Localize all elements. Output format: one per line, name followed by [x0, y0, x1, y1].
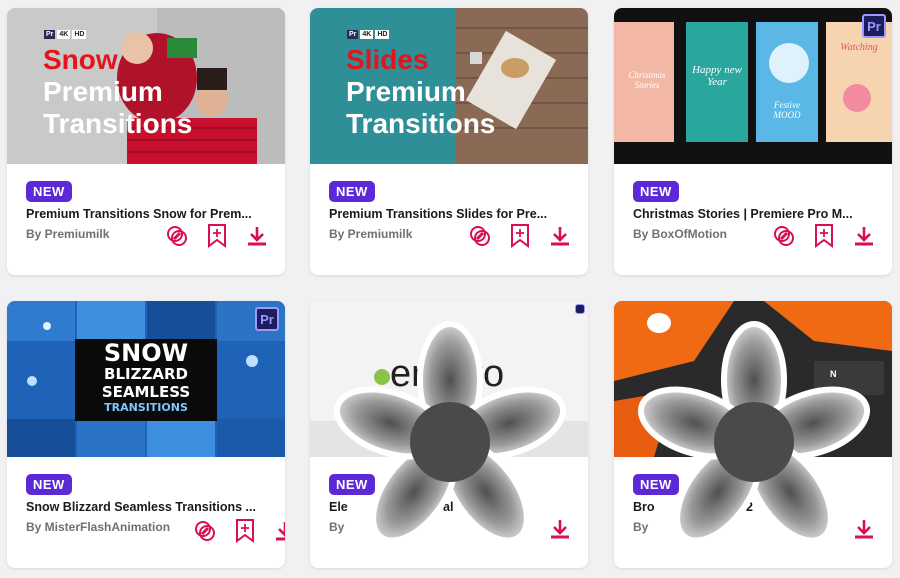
headline-line-3: Transitions — [346, 108, 496, 139]
premiere-pro-icon: Pr — [862, 14, 886, 38]
format-tags: Pr 4K HD — [347, 30, 390, 39]
new-badge: NEW — [329, 181, 375, 202]
card-body: NEW Premium Transitions Snow for Prem...… — [7, 164, 285, 275]
card-thumbnail[interactable]: envato — [310, 301, 588, 457]
card-actions — [468, 224, 572, 248]
new-badge: NEW — [329, 474, 375, 495]
new-badge: NEW — [633, 474, 679, 495]
new-badge: NEW — [26, 474, 72, 495]
card-title-tail: 2 — [746, 500, 753, 514]
card-body: NEW Snow Blizzard Seamless Transitions .… — [7, 457, 285, 568]
card-title[interactable]: Premium Transitions Snow for Prem... — [26, 207, 266, 221]
product-card[interactable]: Pr 4K HD Slides Premium Transitions NEW … — [310, 8, 588, 275]
card-actions — [772, 224, 876, 248]
4k-tag: 4K — [360, 30, 374, 39]
card-title[interactable]: Snow Blizzard Seamless Transitions ... — [26, 500, 266, 514]
card-author[interactable]: By — [633, 520, 648, 534]
card-author[interactable]: By — [329, 520, 344, 534]
download-icon[interactable] — [548, 224, 572, 248]
new-badge: NEW — [633, 181, 679, 202]
card-title[interactable]: Premium Transitions Slides for Pre... — [329, 207, 569, 221]
headline-line-4: TRANSITIONS — [104, 401, 188, 414]
headline-line-3: Transitions — [43, 108, 193, 139]
download-icon[interactable] — [548, 517, 572, 541]
new-badge: NEW — [26, 181, 72, 202]
thumbnail-logo: envato — [390, 353, 505, 395]
bookmark-add-icon[interactable] — [233, 519, 257, 543]
product-card[interactable]: N NEW Bro 2 By — [614, 301, 892, 568]
card-actions — [193, 519, 285, 543]
card-title[interactable]: Ele — [329, 500, 419, 514]
story-text-4: Watching — [840, 42, 878, 53]
preview-icon[interactable] — [165, 224, 189, 248]
card-author[interactable]: By MisterFlashAnimation — [26, 520, 170, 534]
card-thumbnail[interactable]: Pr SNOW BLIZZARD SEAMLESS TRANSITIONS — [7, 301, 285, 457]
download-icon[interactable] — [273, 519, 285, 543]
story-text-1: Christmas Stories — [628, 70, 666, 90]
premiere-pro-icon: Pr — [255, 307, 279, 331]
story-text-2: Happy new Year — [692, 64, 742, 88]
product-card[interactable]: Pr 4K HD Snow Premium Transitions NEW Pr… — [7, 8, 285, 275]
preview-icon[interactable] — [468, 224, 492, 248]
headline-line-2: Premium — [346, 76, 466, 107]
headline-line-2: Premium — [43, 76, 163, 107]
premiere-pro-icon — [575, 304, 585, 314]
download-icon[interactable] — [852, 517, 876, 541]
preview-icon[interactable] — [772, 224, 796, 248]
headline-line-3: SEAMLESS — [101, 383, 191, 401]
card-body: NEW Ele al By — [310, 457, 588, 568]
product-card[interactable]: Pr SNOW BLIZZARD SEAMLESS TRANSITIONS NE… — [7, 301, 285, 568]
card-body: NEW Bro 2 By — [614, 457, 892, 568]
product-card[interactable]: envato NEW Ele al By — [310, 301, 588, 568]
card-actions — [852, 517, 876, 541]
hd-tag: HD — [72, 30, 87, 39]
bookmark-add-icon[interactable] — [508, 224, 532, 248]
premiere-tag: Pr — [347, 30, 359, 39]
headline-line-1: Snow — [43, 44, 118, 75]
download-icon[interactable] — [852, 224, 876, 248]
card-thumbnail[interactable]: Pr Christmas Stories Happy new Year Fest… — [614, 8, 892, 164]
premiere-tag: Pr — [44, 30, 56, 39]
thumbnail-label: N — [830, 369, 837, 379]
card-body: NEW Premium Transitions Slides for Pre..… — [310, 164, 588, 275]
card-title[interactable]: Christmas Stories | Premiere Pro M... — [633, 207, 873, 221]
thumbnail-headline: Slides Premium Transitions — [346, 44, 495, 140]
format-tags: Pr 4K HD — [44, 30, 87, 39]
headline-line-1: SNOW — [103, 339, 189, 367]
card-actions — [548, 517, 572, 541]
card-author[interactable]: By Premiumilk — [329, 227, 412, 241]
card-title[interactable]: Bro — [633, 500, 723, 514]
card-thumbnail[interactable]: Pr 4K HD Slides Premium Transitions — [310, 8, 588, 164]
card-author[interactable]: By Premiumilk — [26, 227, 109, 241]
4k-tag: 4K — [57, 30, 71, 39]
product-card[interactable]: Pr Christmas Stories Happy new Year Fest… — [614, 8, 892, 275]
headline-line-1: Slides — [346, 44, 429, 75]
story-text-3: Festive MOOD — [773, 100, 801, 120]
thumbnail-headline: SNOW BLIZZARD SEAMLESS TRANSITIONS — [79, 341, 213, 414]
bookmark-add-icon[interactable] — [812, 224, 836, 248]
card-thumbnail[interactable]: N — [614, 301, 892, 457]
download-icon[interactable] — [245, 224, 269, 248]
card-title-tail: al — [443, 500, 454, 514]
thumbnail-headline: Snow Premium Transitions — [43, 44, 192, 140]
preview-icon[interactable] — [193, 519, 217, 543]
hd-tag: HD — [375, 30, 390, 39]
card-body: NEW Christmas Stories | Premiere Pro M..… — [614, 164, 892, 275]
card-thumbnail[interactable]: Pr 4K HD Snow Premium Transitions — [7, 8, 285, 164]
card-actions — [165, 224, 269, 248]
card-author[interactable]: By BoxOfMotion — [633, 227, 727, 241]
headline-line-2: BLIZZARD — [104, 365, 188, 383]
bookmark-add-icon[interactable] — [205, 224, 229, 248]
